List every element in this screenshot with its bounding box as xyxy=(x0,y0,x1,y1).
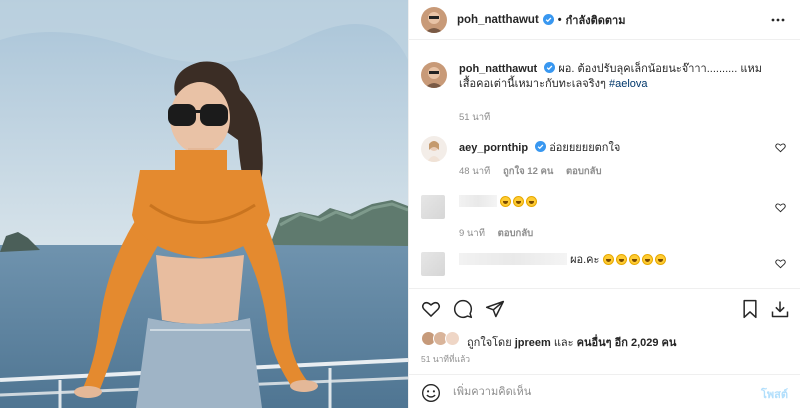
comment-item: 9 นาที ตอบกลับ xyxy=(421,192,788,242)
caption-author[interactable]: poh_natthawut xyxy=(459,63,537,75)
comment-author-redacted[interactable] xyxy=(459,195,497,207)
post-photo[interactable] xyxy=(0,0,408,408)
verified-badge-icon xyxy=(542,14,554,25)
post-sidebar: poh_natthawut • กำลังติดตาม poh_natthawu… xyxy=(408,0,800,408)
verified-badge-icon xyxy=(535,141,547,152)
liker-avatar[interactable] xyxy=(445,331,460,346)
comments-list[interactable]: poh_natthawut ผอ. ต้องปรับลุคเล็กน้อยนะจ… xyxy=(409,40,800,288)
post-time-ago[interactable]: 51 นาทีที่แล้ว xyxy=(409,352,800,374)
comment-item: aey_pornthip อ่อยยยยยตกใจ 48 นาที ถูกใจ … xyxy=(421,136,788,186)
more-options-icon[interactable] xyxy=(770,12,786,28)
commenter-avatar[interactable] xyxy=(421,136,447,162)
share-icon[interactable] xyxy=(485,299,505,319)
heart-icon[interactable] xyxy=(421,299,441,319)
grin-emoji-icon xyxy=(500,196,512,207)
grin-emoji-icon xyxy=(615,254,627,265)
comment-time[interactable]: 9 นาที xyxy=(459,228,485,239)
comment-time[interactable]: 48 นาที xyxy=(459,166,490,177)
commenter-avatar[interactable] xyxy=(421,252,445,276)
likes-prefix: ถูกใจโดย xyxy=(467,337,512,349)
caption-meta: 51 นาที xyxy=(459,110,500,125)
comment-meta: 9 นาที ตอบกลับ xyxy=(459,226,543,241)
comment-text-block: aey_pornthip อ่อยยยยยตกใจ xyxy=(459,141,764,156)
comment-icon[interactable] xyxy=(453,299,473,319)
emoji-icon[interactable] xyxy=(421,383,441,403)
comment-text-block xyxy=(459,195,764,210)
comment-text-block: ผอ.คะ xyxy=(459,253,764,268)
reply-button[interactable]: ตอบกลับ xyxy=(566,166,602,177)
comment-author-redacted[interactable] xyxy=(459,253,567,265)
likes-others-link[interactable]: คนอื่นๆ อีก 2,029 คน xyxy=(577,337,677,349)
reply-button[interactable]: ตอบกลับ xyxy=(498,228,534,239)
grin-emoji-icon xyxy=(526,196,538,207)
instagram-post-view: poh_natthawut • กำลังติดตาม poh_natthawu… xyxy=(0,0,800,408)
photo-illustration xyxy=(0,0,408,408)
author-username[interactable]: poh_natthawut xyxy=(457,14,539,26)
download-icon[interactable] xyxy=(770,299,790,319)
caption-item: poh_natthawut ผอ. ต้องปรับลุคเล็กน้อยนะจ… xyxy=(421,62,788,132)
add-comment-input[interactable] xyxy=(453,383,713,401)
comment-heart-icon[interactable] xyxy=(775,202,786,213)
bookmark-icon[interactable] xyxy=(740,299,760,319)
comment-item: ผอ.คะ xyxy=(421,250,788,280)
grin-emoji-icon xyxy=(641,254,653,265)
caption-hashtag[interactable]: #aelova xyxy=(609,78,648,90)
comment-text: ผอ.คะ xyxy=(570,254,600,266)
liker-username[interactable]: jpreem xyxy=(515,337,551,349)
add-comment-bar: โพสต์ xyxy=(409,374,800,408)
grin-emoji-icon xyxy=(602,254,614,265)
separator-dot: • xyxy=(557,13,562,26)
post-action-bar xyxy=(409,288,800,328)
caption-author-avatar[interactable] xyxy=(421,62,447,88)
comment-meta: 48 นาที ถูกใจ 12 คน ตอบกลับ xyxy=(459,164,612,179)
comment-heart-icon[interactable] xyxy=(775,142,786,153)
comment-heart-icon[interactable] xyxy=(775,258,786,269)
likes-text: ถูกใจโดย jpreem และ คนอื่นๆ อีก 2,029 คน xyxy=(467,333,676,351)
grin-emoji-icon xyxy=(628,254,640,265)
grin-emoji-icon xyxy=(654,254,666,265)
post-comment-button[interactable]: โพสต์ xyxy=(761,385,788,403)
caption-time[interactable]: 51 นาที xyxy=(459,112,490,123)
likes-middle: และ xyxy=(553,337,574,349)
comment-likes[interactable]: ถูกใจ 12 คน xyxy=(503,166,553,177)
verified-badge-icon xyxy=(544,62,556,73)
post-header: poh_natthawut • กำลังติดตาม xyxy=(409,0,800,40)
likes-summary: ถูกใจโดย jpreem และ คนอื่นๆ อีก 2,029 คน xyxy=(409,328,800,352)
author-avatar[interactable] xyxy=(421,6,447,33)
commenter-avatar[interactable] xyxy=(421,195,445,219)
comment-author[interactable]: aey_pornthip xyxy=(459,142,528,154)
grin-emoji-icon xyxy=(513,196,525,207)
following-button[interactable]: กำลังติดตาม xyxy=(566,11,626,29)
comment-text: อ่อยยยยยตกใจ xyxy=(549,142,621,154)
caption-text-block: poh_natthawut ผอ. ต้องปรับลุคเล็กน้อยนะจ… xyxy=(459,62,764,92)
